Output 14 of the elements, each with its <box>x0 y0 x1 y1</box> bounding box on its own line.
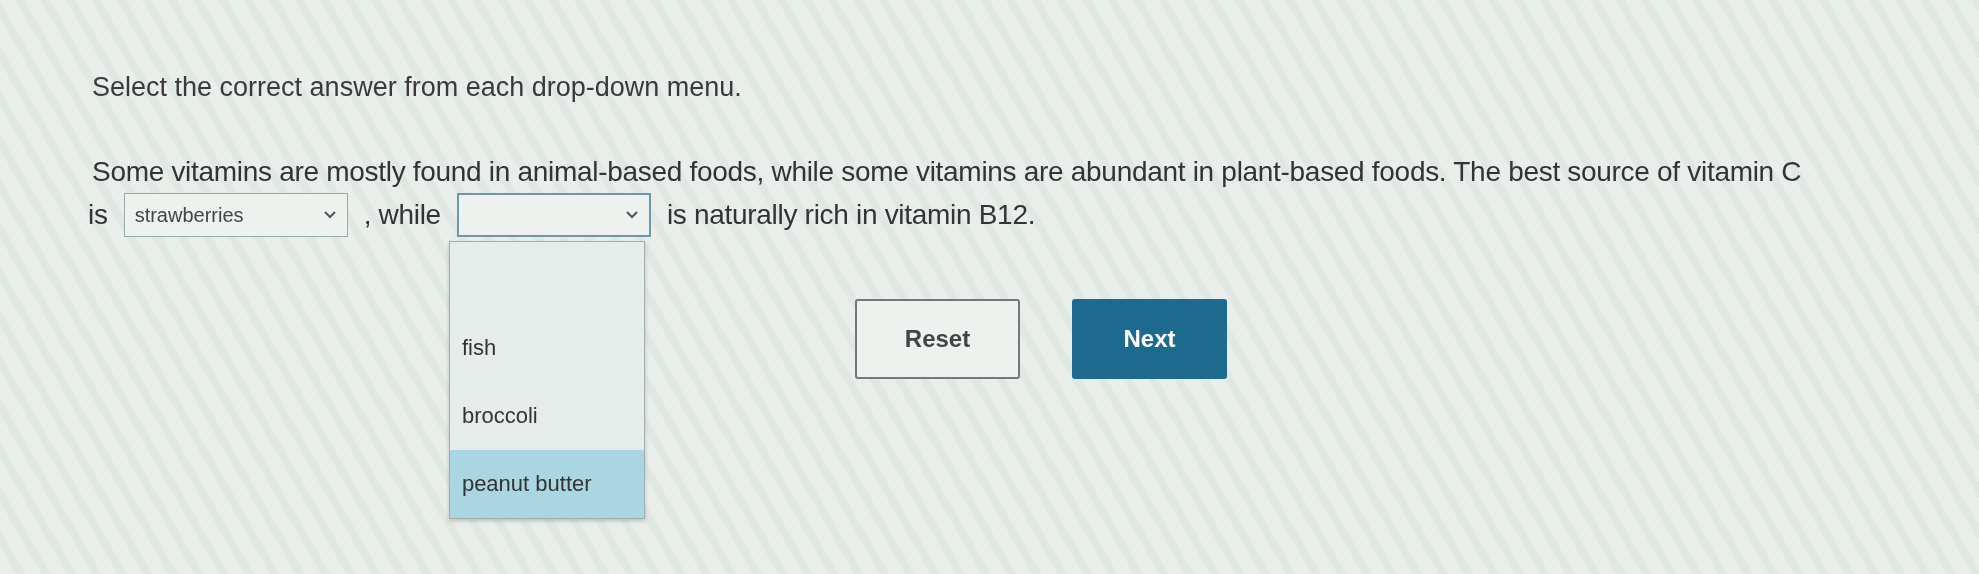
dropdown-select[interactable]: strawberries <box>123 193 348 237</box>
reset-button[interactable]: Reset <box>855 299 1020 379</box>
chevron-icon <box>322 210 337 220</box>
dropdown-select[interactable] <box>456 193 651 237</box>
dropdown-option[interactable]: peanut butter <box>449 450 644 518</box>
dropdown-option[interactable]: fish <box>449 314 644 382</box>
question-text: is naturally rich in vitamin B12. <box>666 199 1036 231</box>
question-text: , while <box>363 199 441 231</box>
dropdown-option[interactable]: broccoli <box>449 382 644 450</box>
chevron-icon <box>624 210 639 220</box>
next-button[interactable]: Next <box>1072 299 1227 379</box>
instruction-text: Select the correct answer from each drop-down menu. <box>92 72 743 103</box>
question-text: is <box>88 199 108 231</box>
question-text: Some vitamins are mostly found in animal-based foods, while some vitamins are abundant in plant-based foods. The best source of vitamin C <box>92 156 1802 188</box>
